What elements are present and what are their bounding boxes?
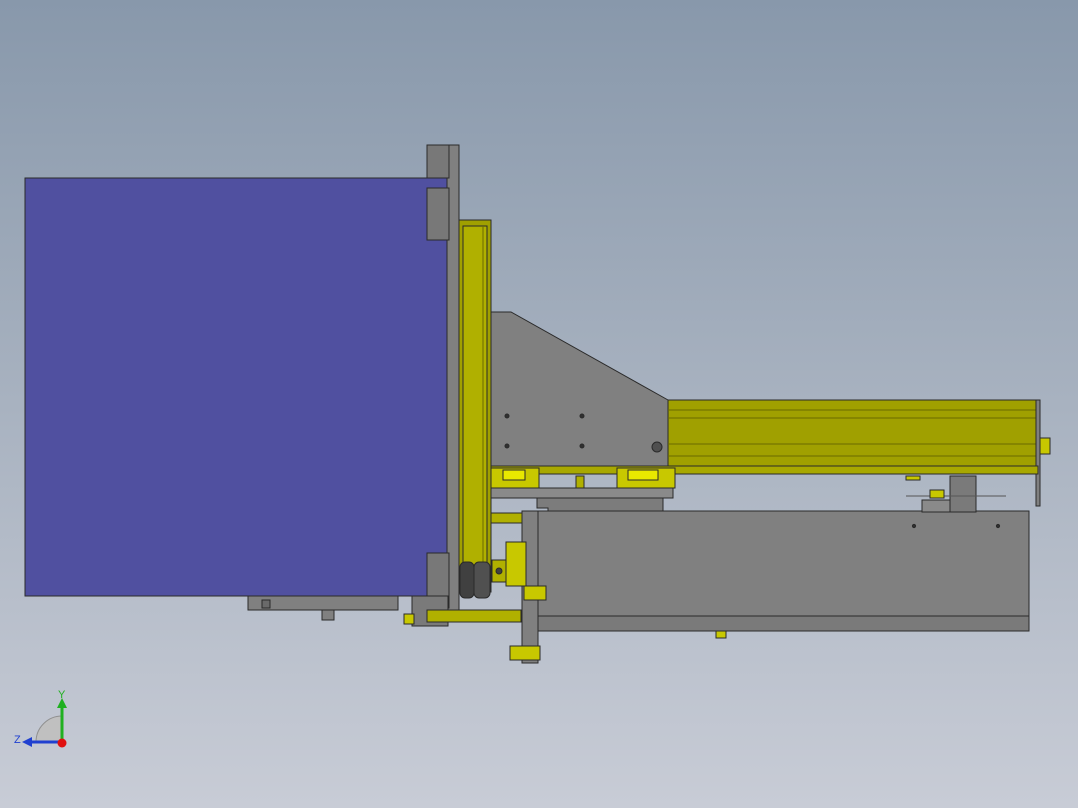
frame-tab-top-2[interactable] bbox=[426, 187, 450, 241]
gusset-hole-1 bbox=[504, 413, 510, 419]
x-axis-dot bbox=[57, 738, 67, 748]
gusset-hole-2 bbox=[579, 413, 585, 419]
bottom-bolt[interactable] bbox=[321, 609, 335, 621]
gusset-plate[interactable] bbox=[490, 311, 669, 469]
cad-viewport[interactable]: Y Z bbox=[0, 0, 1078, 808]
gusset-bolt bbox=[651, 441, 663, 453]
yellow-link-upper[interactable] bbox=[490, 512, 524, 524]
coordinate-triad: Y Z bbox=[14, 689, 67, 748]
wheel-left[interactable] bbox=[459, 561, 475, 599]
rail-lower-strip[interactable] bbox=[490, 465, 1039, 475]
rail-end-cap[interactable] bbox=[1039, 437, 1051, 455]
bolt-lower-left[interactable] bbox=[403, 613, 415, 625]
gusset-hole-4 bbox=[579, 443, 585, 449]
yellow-horizontal-rail[interactable] bbox=[667, 399, 1039, 475]
wheel-right[interactable] bbox=[473, 561, 491, 599]
base-beam-nub[interactable] bbox=[715, 630, 727, 639]
lower-base-beam[interactable] bbox=[534, 510, 1030, 617]
z-axis-label: Z bbox=[14, 734, 21, 746]
gusset-hole-3 bbox=[504, 443, 510, 449]
rail-end-plate[interactable] bbox=[1035, 399, 1041, 507]
yellow-link-lower[interactable] bbox=[426, 609, 522, 623]
carriage-plate[interactable] bbox=[490, 487, 674, 499]
bolt-mid[interactable] bbox=[523, 585, 547, 601]
assembly-model[interactable] bbox=[0, 0, 1078, 808]
blue-enclosure[interactable] bbox=[24, 177, 448, 597]
bolt-bottom[interactable] bbox=[509, 645, 541, 661]
y-axis-label: Y bbox=[58, 689, 66, 701]
triad-arc bbox=[35, 715, 63, 743]
base-beam-bottom-strip[interactable] bbox=[534, 615, 1030, 632]
frame-tab-top-1[interactable] bbox=[426, 144, 450, 179]
bottom-bracket-tab[interactable] bbox=[261, 599, 271, 609]
motor-block[interactable] bbox=[505, 541, 527, 587]
